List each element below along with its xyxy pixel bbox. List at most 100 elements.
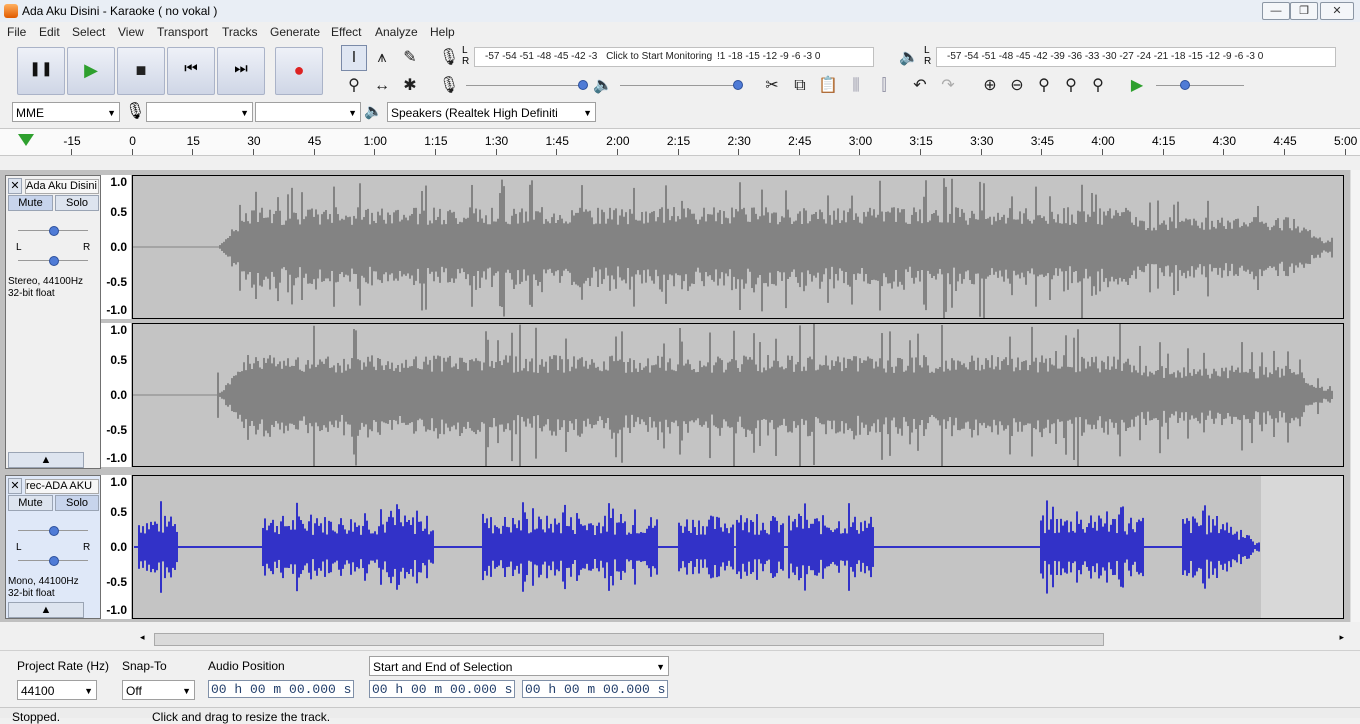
selection-tool-button[interactable]: I bbox=[341, 45, 367, 71]
play-at-speed-button[interactable]: ▶ bbox=[1124, 73, 1150, 99]
menu-select[interactable]: Select bbox=[72, 25, 105, 39]
copy-button[interactable]: ⧉ bbox=[787, 73, 813, 99]
vertical-scale[interactable]: 1.0 0.5 0.0 -0.5 -1.0 bbox=[101, 175, 131, 319]
project-rate-select[interactable]: 44100 ▼ bbox=[17, 680, 97, 700]
stop-button[interactable]: ■ bbox=[117, 47, 165, 95]
skip-end-icon: ⏭ bbox=[234, 60, 248, 77]
horizontal-scrollbar[interactable]: ◂ ▸ bbox=[138, 632, 1346, 646]
ruler-tick-label: 1:30 bbox=[484, 134, 509, 148]
tracks-area[interactable]: ✕ Ada Aku Disini Mute Solo L R Stereo, 4… bbox=[0, 170, 1350, 622]
selection-start-time[interactable]: 00 h 00 m 00.000 s bbox=[369, 680, 515, 698]
recording-device-select[interactable]: ▼ bbox=[146, 102, 253, 122]
snap-to-select[interactable]: Off ▼ bbox=[122, 680, 195, 700]
ruler-tick-mark bbox=[252, 149, 254, 155]
playback-meter[interactable]: -57 -54 -51 -48 -45 -42 -39 -36 -33 -30 … bbox=[936, 47, 1336, 67]
playback-device-select[interactable]: Speakers (Realtek High Definiti ▼ bbox=[387, 102, 596, 122]
restore-button[interactable]: ❐ bbox=[1290, 2, 1318, 20]
ruler-tick-mark bbox=[677, 149, 679, 155]
pan-knob[interactable] bbox=[49, 256, 59, 266]
track-close-button[interactable]: ✕ bbox=[8, 178, 22, 194]
solo-button[interactable]: Solo bbox=[55, 195, 99, 211]
output-volume-slider[interactable] bbox=[620, 85, 740, 86]
menu-tracks[interactable]: Tracks bbox=[222, 25, 258, 39]
mute-button[interactable]: Mute bbox=[8, 195, 53, 211]
trim-button[interactable]: ⫼ bbox=[843, 73, 869, 99]
collapse-track-button[interactable]: ▲ bbox=[8, 602, 84, 618]
undo-button[interactable]: ↶ bbox=[907, 73, 933, 99]
waveform-channel-right[interactable] bbox=[132, 323, 1344, 467]
start-monitoring-label[interactable]: Click to Start Monitoring bbox=[606, 51, 712, 62]
waveform-mono[interactable] bbox=[132, 475, 1344, 619]
skip-to-start-button[interactable]: ⏮ bbox=[167, 47, 215, 95]
input-volume-knob[interactable] bbox=[578, 80, 588, 90]
zoom-toggle-button[interactable]: ⚲ bbox=[1085, 73, 1111, 99]
input-volume-slider[interactable] bbox=[466, 85, 586, 86]
silence-button[interactable]: ⫿ bbox=[871, 73, 897, 99]
track-name-menu[interactable]: Ada Aku Disini bbox=[25, 179, 99, 194]
cut-button[interactable]: ✂ bbox=[759, 73, 785, 99]
track-close-button[interactable]: ✕ bbox=[8, 478, 22, 494]
zoom-out-button[interactable]: ⊖ bbox=[1004, 73, 1030, 99]
menu-transport[interactable]: Transport bbox=[157, 25, 208, 39]
timeline-ruler[interactable]: -15 0 15 30 45 1:00 1:15 1:30 1:45 2:00 2:15 2:30 2:… bbox=[0, 128, 1360, 156]
menu-view[interactable]: View bbox=[118, 25, 144, 39]
play-speed-slider[interactable] bbox=[1156, 85, 1244, 86]
play-head-triangle-icon[interactable] bbox=[18, 134, 34, 146]
menu-file[interactable]: File bbox=[7, 25, 26, 39]
ruler-tick-mark bbox=[920, 149, 922, 155]
record-button[interactable]: ● bbox=[275, 47, 323, 95]
record-meter[interactable]: -57 -54 -51 -48 -45 -42 -3 Click to Star… bbox=[474, 47, 874, 67]
collapse-track-button[interactable]: ▲ bbox=[8, 452, 84, 468]
track-control-panel[interactable]: ✕ Ada Aku Disini Mute Solo L R Stereo, 4… bbox=[5, 175, 101, 469]
scroll-left-icon[interactable]: ◂ bbox=[140, 632, 145, 643]
play-button[interactable]: ▶ bbox=[67, 47, 115, 95]
mute-button[interactable]: Mute bbox=[8, 495, 53, 511]
record-meter-mic-icon[interactable]: 🎙 bbox=[436, 45, 462, 71]
pan-knob[interactable] bbox=[49, 556, 59, 566]
recording-channels-select[interactable]: ▼ bbox=[255, 102, 361, 122]
audio-host-select[interactable]: MME ▼ bbox=[12, 102, 120, 122]
fit-selection-button[interactable]: ⚲ bbox=[1031, 73, 1057, 99]
waveform-svg bbox=[133, 178, 1333, 318]
paste-button[interactable]: 📋 bbox=[815, 73, 841, 99]
ruler-tick-label: 3:45 bbox=[1030, 134, 1055, 148]
fit-project-button[interactable]: ⚲ bbox=[1058, 73, 1084, 99]
scroll-right-icon[interactable]: ▸ bbox=[1339, 632, 1344, 643]
scroll-thumb[interactable] bbox=[154, 633, 1104, 646]
skip-to-end-button[interactable]: ⏭ bbox=[217, 47, 265, 95]
menu-analyze[interactable]: Analyze bbox=[375, 25, 418, 39]
menu-generate[interactable]: Generate bbox=[270, 25, 320, 39]
redo-button[interactable]: ↷ bbox=[935, 73, 961, 99]
track-name-menu[interactable]: rec-ADA AKU bbox=[25, 479, 99, 494]
waveform-channel-left[interactable] bbox=[132, 175, 1344, 319]
zoom-in-button[interactable]: ⊕ bbox=[977, 73, 1003, 99]
vertical-scale[interactable]: 1.0 0.5 0.0 -0.5 -1.0 bbox=[101, 323, 131, 467]
ruler-tick-label: 1:45 bbox=[545, 134, 569, 148]
time-shift-tool-button[interactable]: ↔ bbox=[369, 73, 395, 99]
pause-button[interactable]: ❚❚ bbox=[17, 47, 65, 95]
multi-tool-button[interactable]: ✱ bbox=[397, 73, 423, 99]
selection-mode-select[interactable]: Start and End of Selection ▼ bbox=[369, 656, 669, 676]
menu-effect[interactable]: Effect bbox=[331, 25, 361, 39]
draw-tool-button[interactable]: ✎ bbox=[397, 45, 423, 71]
menu-edit[interactable]: Edit bbox=[39, 25, 60, 39]
vertical-scale[interactable]: 1.0 0.5 0.0 -0.5 -1.0 bbox=[101, 475, 131, 619]
minimize-button[interactable]: — bbox=[1262, 2, 1290, 20]
play-speed-knob[interactable] bbox=[1180, 80, 1190, 90]
gain-knob[interactable] bbox=[49, 526, 59, 536]
zoom-tool-button[interactable]: ⚲ bbox=[341, 73, 367, 99]
vertical-scrollbar[interactable] bbox=[1350, 170, 1360, 622]
playback-meter-speaker-icon[interactable]: 🔈 bbox=[896, 45, 922, 71]
solo-button[interactable]: Solo bbox=[55, 495, 99, 511]
close-button[interactable]: ✕ bbox=[1320, 2, 1354, 20]
selection-end-time[interactable]: 00 h 00 m 00.000 s bbox=[522, 680, 668, 698]
waveform-svg bbox=[133, 476, 1261, 618]
output-volume-knob[interactable] bbox=[733, 80, 743, 90]
audio-position-time[interactable]: 00 h 00 m 00.000 s bbox=[208, 680, 354, 698]
envelope-tool-button[interactable]: ⩚ bbox=[369, 45, 395, 71]
ruler-tick-label: 3:15 bbox=[909, 134, 933, 148]
gain-knob[interactable] bbox=[49, 226, 59, 236]
ruler-tick-label: 3:30 bbox=[970, 134, 994, 148]
track-control-panel[interactable]: ✕ rec-ADA AKU Mute Solo L R Mono, 44100H… bbox=[5, 475, 101, 619]
menu-help[interactable]: Help bbox=[430, 25, 455, 39]
